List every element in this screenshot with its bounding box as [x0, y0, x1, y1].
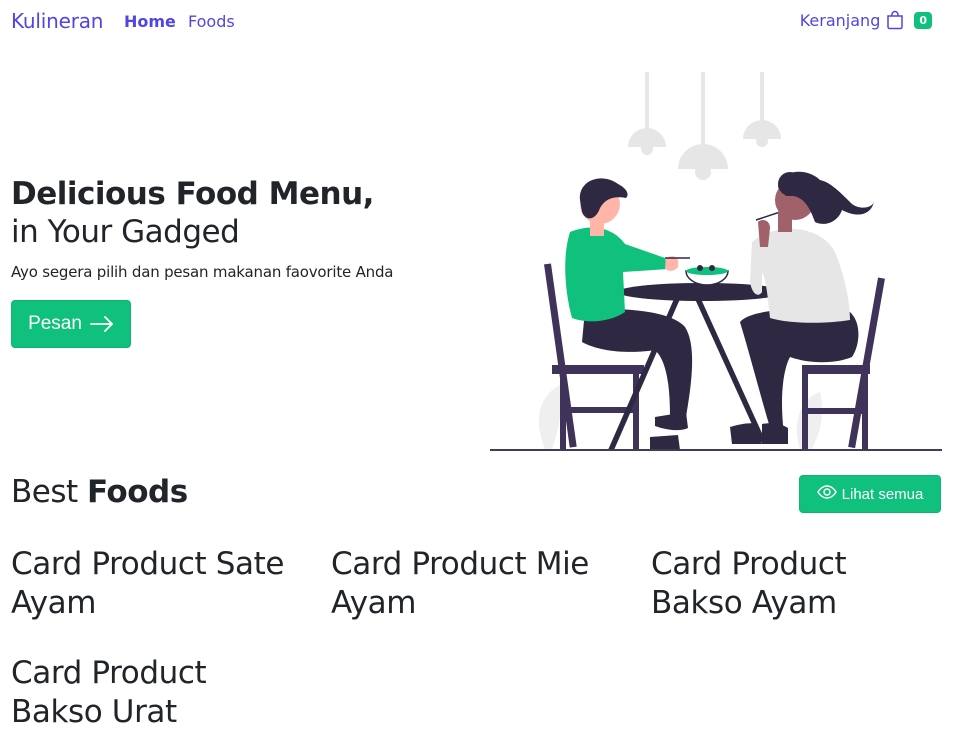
- product-card[interactable]: Card Product Bakso Urat: [11, 654, 301, 732]
- product-card[interactable]: Card Product Bakso Ayam: [651, 545, 941, 623]
- hero-title: Delicious Food Menu,: [11, 176, 374, 212]
- order-button[interactable]: Pesan: [11, 300, 131, 348]
- dining-couple-illustration: [490, 72, 942, 454]
- view-all-label: Lihat semua: [841, 485, 924, 503]
- nav-link-home[interactable]: Home: [124, 12, 176, 31]
- navbar: Kulineran Home Foods Keranjang 0: [0, 0, 961, 44]
- eye-icon: [816, 485, 837, 503]
- best-foods-title-prefix: Best: [11, 474, 78, 510]
- hero-subtitle: in Your Gadged: [11, 214, 240, 250]
- arrow-right-icon: [90, 316, 114, 332]
- view-all-button[interactable]: Lihat semua: [799, 475, 941, 513]
- cart-label: Keranjang: [799, 10, 881, 30]
- brand-logo[interactable]: Kulineran: [11, 9, 103, 33]
- nav-link-foods[interactable]: Foods: [188, 12, 235, 31]
- shopping-bag-icon: [885, 10, 905, 30]
- best-foods-title: Best Foods: [11, 474, 188, 510]
- product-card[interactable]: Card Product Sate Ayam: [11, 545, 301, 623]
- pendant-lamps: [628, 72, 781, 180]
- order-button-label: Pesan: [28, 313, 82, 334]
- best-foods-title-bold: Foods: [87, 474, 188, 510]
- cart-count-badge: 0: [914, 11, 932, 29]
- cart-link[interactable]: Keranjang 0: [800, 10, 932, 30]
- hero-description: Ayo segera pilih dan pesan makanan faovo…: [11, 263, 394, 281]
- product-card[interactable]: Card Product Mie Ayam: [331, 545, 621, 623]
